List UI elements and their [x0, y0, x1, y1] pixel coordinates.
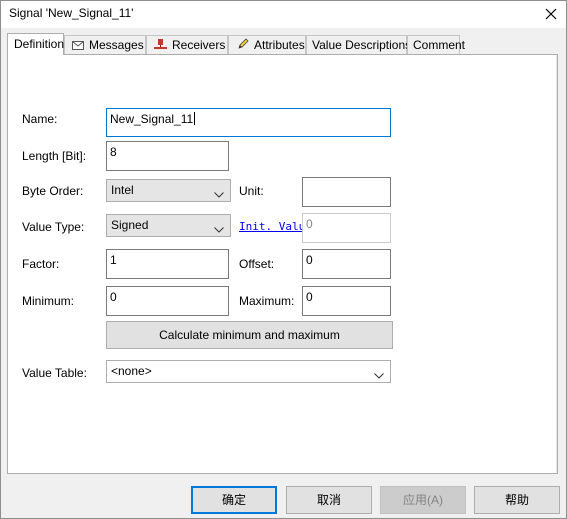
minimum-label: Minimum: — [22, 294, 75, 308]
signal-dialog: Signal 'New_Signal_11' Definition Messag… — [0, 0, 567, 519]
value-type-label: Value Type: — [22, 220, 85, 234]
tab-label: Attributes — [254, 38, 305, 52]
tab-attributes[interactable]: Attributes — [228, 35, 306, 54]
dialog-content: Definition Messages Receivers Attributes… — [1, 28, 566, 518]
tab-receivers[interactable]: Receivers — [146, 35, 228, 54]
tab-label: Comment — [413, 38, 466, 52]
unit-field[interactable] — [302, 177, 391, 207]
byte-order-label: Byte Order: — [22, 184, 84, 198]
title-bar: Signal 'New_Signal_11' — [1, 1, 566, 28]
name-field[interactable]: New_Signal_11 — [106, 108, 391, 137]
envelope-icon — [72, 37, 84, 55]
init-value-value: 0 — [306, 217, 313, 231]
apply-button-label: 应用(A) — [403, 493, 443, 507]
cancel-button[interactable]: 取消 — [286, 486, 372, 514]
value-type-value: Signed — [111, 218, 149, 232]
init-value-field: 0 — [302, 213, 391, 243]
help-button-label: 帮助 — [504, 493, 529, 507]
apply-button[interactable]: 应用(A) — [380, 486, 466, 514]
factor-field[interactable]: 1 — [106, 249, 229, 279]
panel-scroll-edge — [556, 55, 557, 473]
cancel-button-label: 取消 — [316, 493, 341, 507]
tab-definition[interactable]: Definition — [7, 33, 64, 55]
chevron-down-icon — [374, 368, 384, 382]
minimum-field[interactable]: 0 — [106, 286, 229, 316]
length-field[interactable]: 8 — [106, 141, 229, 171]
offset-value: 0 — [306, 253, 313, 267]
maximum-field[interactable]: 0 — [302, 286, 391, 316]
help-button[interactable]: 帮助 — [474, 486, 560, 514]
factor-label: Factor: — [22, 257, 60, 271]
tab-messages[interactable]: Messages — [64, 35, 146, 54]
receiver-node-icon — [154, 37, 167, 55]
tab-label: Receivers — [172, 38, 226, 52]
value-table-label: Value Table: — [22, 366, 87, 380]
length-label: Length [Bit]: — [22, 149, 87, 163]
close-button[interactable] — [536, 1, 566, 28]
tab-label: Value Descriptions — [312, 38, 412, 52]
ok-button-label: 确定 — [221, 493, 246, 507]
tab-value-descriptions[interactable]: Value Descriptions — [306, 35, 411, 54]
value-type-select[interactable]: Signed — [106, 214, 231, 237]
minimum-value: 0 — [110, 290, 117, 304]
maximum-value: 0 — [306, 290, 313, 304]
length-value: 8 — [110, 145, 117, 159]
maximum-label: Maximum: — [239, 294, 295, 308]
tab-label: Definition — [14, 37, 65, 51]
value-table-value: <none> — [111, 364, 152, 378]
chevron-down-icon — [214, 222, 224, 236]
definition-panel: Name: New_Signal_11 Length [Bit]: 8 Byte… — [7, 54, 558, 474]
text-caret — [194, 112, 196, 125]
calculate-min-max-button[interactable]: Calculate minimum and maximum — [106, 321, 393, 349]
edit-pencil-icon — [237, 37, 249, 55]
close-icon — [545, 8, 557, 20]
offset-field[interactable]: 0 — [302, 249, 391, 279]
window-title: Signal 'New_Signal_11' — [9, 6, 134, 20]
byte-order-select[interactable]: Intel — [106, 179, 231, 202]
init-value-link[interactable]: Init. Value — [239, 220, 303, 233]
value-table-select[interactable]: <none> — [106, 360, 391, 383]
calculate-button-label: Calculate minimum and maximum — [159, 328, 340, 342]
offset-label: Offset: — [239, 257, 275, 271]
name-label: Name: — [22, 112, 58, 126]
chevron-down-icon — [214, 187, 224, 201]
unit-label: Unit: — [239, 184, 264, 198]
factor-value: 1 — [110, 253, 117, 267]
byte-order-value: Intel — [111, 183, 134, 197]
name-value: New_Signal_11 — [110, 112, 194, 126]
tab-comment[interactable]: Comment — [407, 35, 465, 54]
ok-button[interactable]: 确定 — [191, 486, 277, 514]
tab-label: Messages — [89, 38, 144, 52]
